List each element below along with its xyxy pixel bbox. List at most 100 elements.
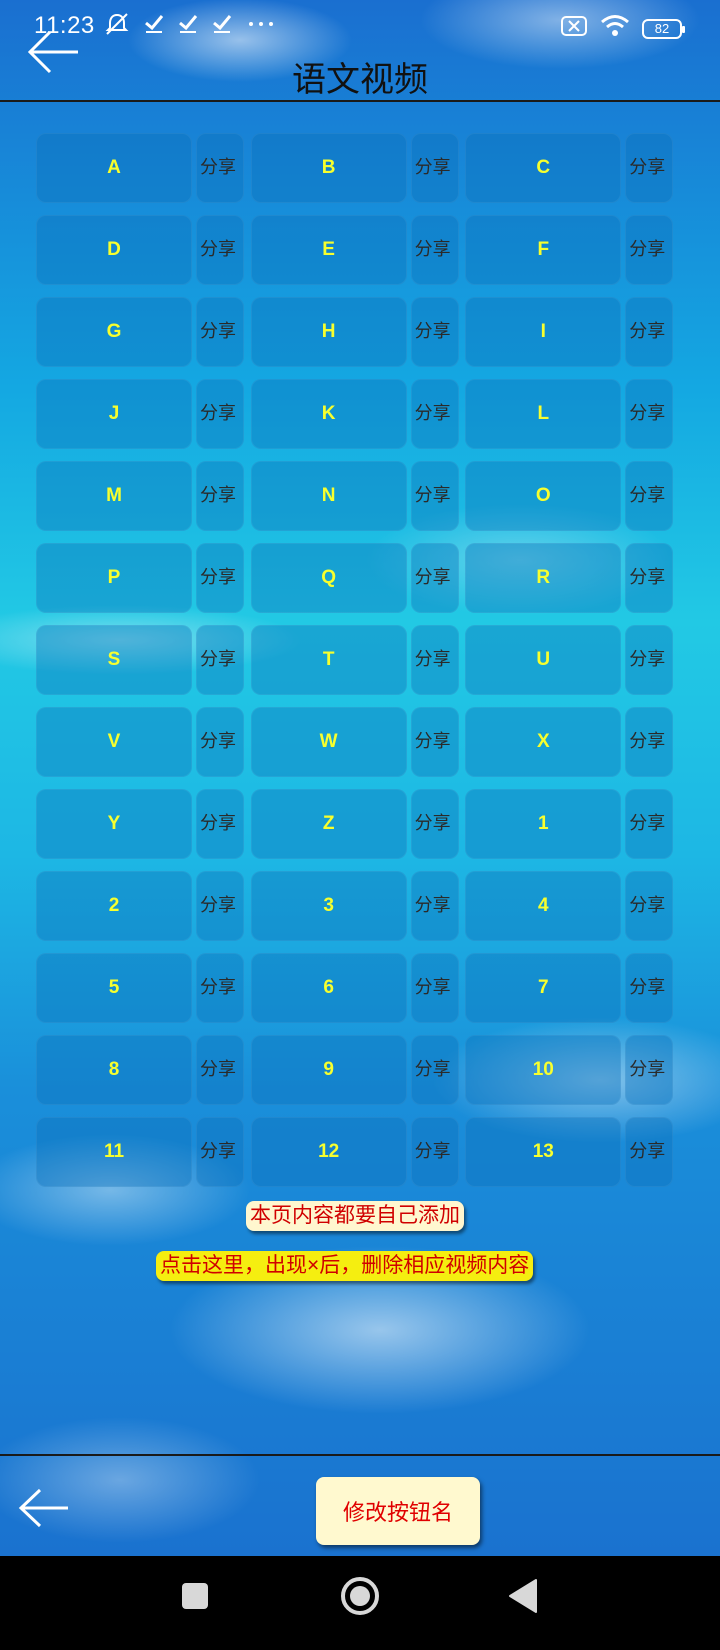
share-button[interactable]: 分享 — [625, 625, 674, 695]
share-button[interactable]: 分享 — [625, 543, 674, 613]
video-button[interactable]: 9 — [250, 1035, 407, 1105]
video-button[interactable]: 3 — [250, 871, 407, 941]
video-button[interactable]: 12 — [250, 1117, 407, 1187]
share-button[interactable]: 分享 — [625, 789, 674, 859]
video-button[interactable]: X — [465, 707, 622, 777]
video-button[interactable]: N — [250, 461, 407, 531]
video-item: S 分享 — [36, 625, 247, 695]
share-button[interactable]: 分享 — [410, 871, 459, 941]
share-button[interactable]: 分享 — [625, 133, 674, 203]
video-item: E 分享 — [250, 215, 462, 285]
share-button[interactable]: 分享 — [196, 953, 244, 1023]
video-item: R 分享 — [465, 543, 676, 613]
video-button[interactable]: E — [250, 215, 407, 285]
recent-apps-icon[interactable] — [182, 1583, 208, 1609]
share-button[interactable]: 分享 — [625, 461, 674, 531]
video-button[interactable]: P — [36, 543, 192, 613]
video-item: 2 分享 — [36, 871, 247, 941]
share-button[interactable]: 分享 — [196, 461, 244, 531]
share-button[interactable]: 分享 — [410, 625, 459, 695]
share-button[interactable]: 分享 — [625, 1117, 674, 1187]
video-button[interactable]: 2 — [36, 871, 192, 941]
share-button[interactable]: 分享 — [410, 707, 459, 777]
share-button[interactable]: 分享 — [410, 379, 459, 449]
video-button[interactable]: R — [465, 543, 622, 613]
video-button[interactable]: F — [465, 215, 622, 285]
video-button[interactable]: Y — [36, 789, 192, 859]
video-button[interactable]: 6 — [250, 953, 407, 1023]
video-button[interactable]: V — [36, 707, 192, 777]
video-button[interactable]: C — [465, 133, 622, 203]
share-button[interactable]: 分享 — [625, 707, 674, 777]
video-button[interactable]: I — [465, 297, 622, 367]
share-button[interactable]: 分享 — [196, 543, 244, 613]
share-button[interactable]: 分享 — [196, 297, 244, 367]
video-button[interactable]: A — [36, 133, 192, 203]
video-button[interactable]: 4 — [465, 871, 622, 941]
video-button[interactable]: Q — [250, 543, 407, 613]
video-button[interactable]: D — [36, 215, 192, 285]
video-button[interactable]: G — [36, 297, 192, 367]
share-button[interactable]: 分享 — [410, 789, 459, 859]
share-button[interactable]: 分享 — [410, 297, 459, 367]
share-button[interactable]: 分享 — [196, 379, 244, 449]
share-button[interactable]: 分享 — [410, 953, 459, 1023]
check-icon — [144, 12, 164, 42]
share-button[interactable]: 分享 — [410, 215, 459, 285]
video-item: I 分享 — [465, 297, 676, 367]
video-button[interactable]: 8 — [36, 1035, 192, 1105]
share-button[interactable]: 分享 — [196, 1117, 244, 1187]
video-button[interactable]: H — [250, 297, 407, 367]
video-button[interactable]: T — [250, 625, 407, 695]
video-button[interactable]: O — [465, 461, 622, 531]
share-button[interactable]: 分享 — [196, 1035, 244, 1105]
share-button[interactable]: 分享 — [196, 215, 244, 285]
share-button[interactable]: 分享 — [196, 789, 244, 859]
video-button[interactable]: J — [36, 379, 192, 449]
share-button[interactable]: 分享 — [625, 953, 674, 1023]
video-button[interactable]: K — [250, 379, 407, 449]
video-item: O 分享 — [465, 461, 676, 531]
video-button[interactable]: S — [36, 625, 192, 695]
share-button[interactable]: 分享 — [625, 379, 674, 449]
share-button[interactable]: 分享 — [625, 215, 674, 285]
video-button-grid: A 分享 B 分享 C 分享 D 分享 E 分享 F 分享 G 分享 H 分享 I 分享 J 分享 K 分享 L 分享 M 分享 N… — [36, 133, 676, 1199]
nav-back-icon[interactable] — [508, 1578, 538, 1614]
video-button[interactable]: 1 — [465, 789, 622, 859]
video-item: 7 分享 — [465, 953, 676, 1023]
share-button[interactable]: 分享 — [196, 625, 244, 695]
video-button[interactable]: 7 — [465, 953, 622, 1023]
video-item: 11 分享 — [36, 1117, 247, 1187]
share-button[interactable]: 分享 — [625, 871, 674, 941]
video-button[interactable]: 11 — [36, 1117, 192, 1187]
share-button[interactable]: 分享 — [410, 543, 459, 613]
share-button[interactable]: 分享 — [625, 297, 674, 367]
grid-row: P 分享 Q 分享 R 分享 — [36, 543, 676, 613]
share-button[interactable]: 分享 — [196, 707, 244, 777]
back-arrow-icon[interactable] — [18, 1488, 70, 1528]
video-item: Q 分享 — [250, 543, 462, 613]
video-button[interactable]: L — [465, 379, 622, 449]
share-button[interactable]: 分享 — [196, 871, 244, 941]
video-item: 13 分享 — [465, 1117, 676, 1187]
video-button[interactable]: 10 — [465, 1035, 622, 1105]
video-button[interactable]: 13 — [465, 1117, 622, 1187]
home-icon[interactable] — [340, 1576, 380, 1616]
rename-buttons-button[interactable]: 修改按钮名 — [316, 1477, 480, 1545]
share-button[interactable]: 分享 — [410, 133, 459, 203]
share-button[interactable]: 分享 — [410, 1035, 459, 1105]
video-item: 1 分享 — [465, 789, 676, 859]
share-button[interactable]: 分享 — [410, 461, 459, 531]
grid-row: 11 分享 12 分享 13 分享 — [36, 1117, 676, 1187]
video-button[interactable]: W — [250, 707, 407, 777]
share-button[interactable]: 分享 — [410, 1117, 459, 1187]
video-item: Y 分享 — [36, 789, 247, 859]
share-button[interactable]: 分享 — [196, 133, 244, 203]
video-button[interactable]: 5 — [36, 953, 192, 1023]
share-button[interactable]: 分享 — [625, 1035, 674, 1105]
video-button[interactable]: M — [36, 461, 192, 531]
video-button[interactable]: U — [465, 625, 622, 695]
delete-video-hint[interactable]: 点击这里，出现×后，删除相应视频内容 — [156, 1251, 534, 1281]
video-button[interactable]: Z — [250, 789, 407, 859]
video-button[interactable]: B — [250, 133, 407, 203]
